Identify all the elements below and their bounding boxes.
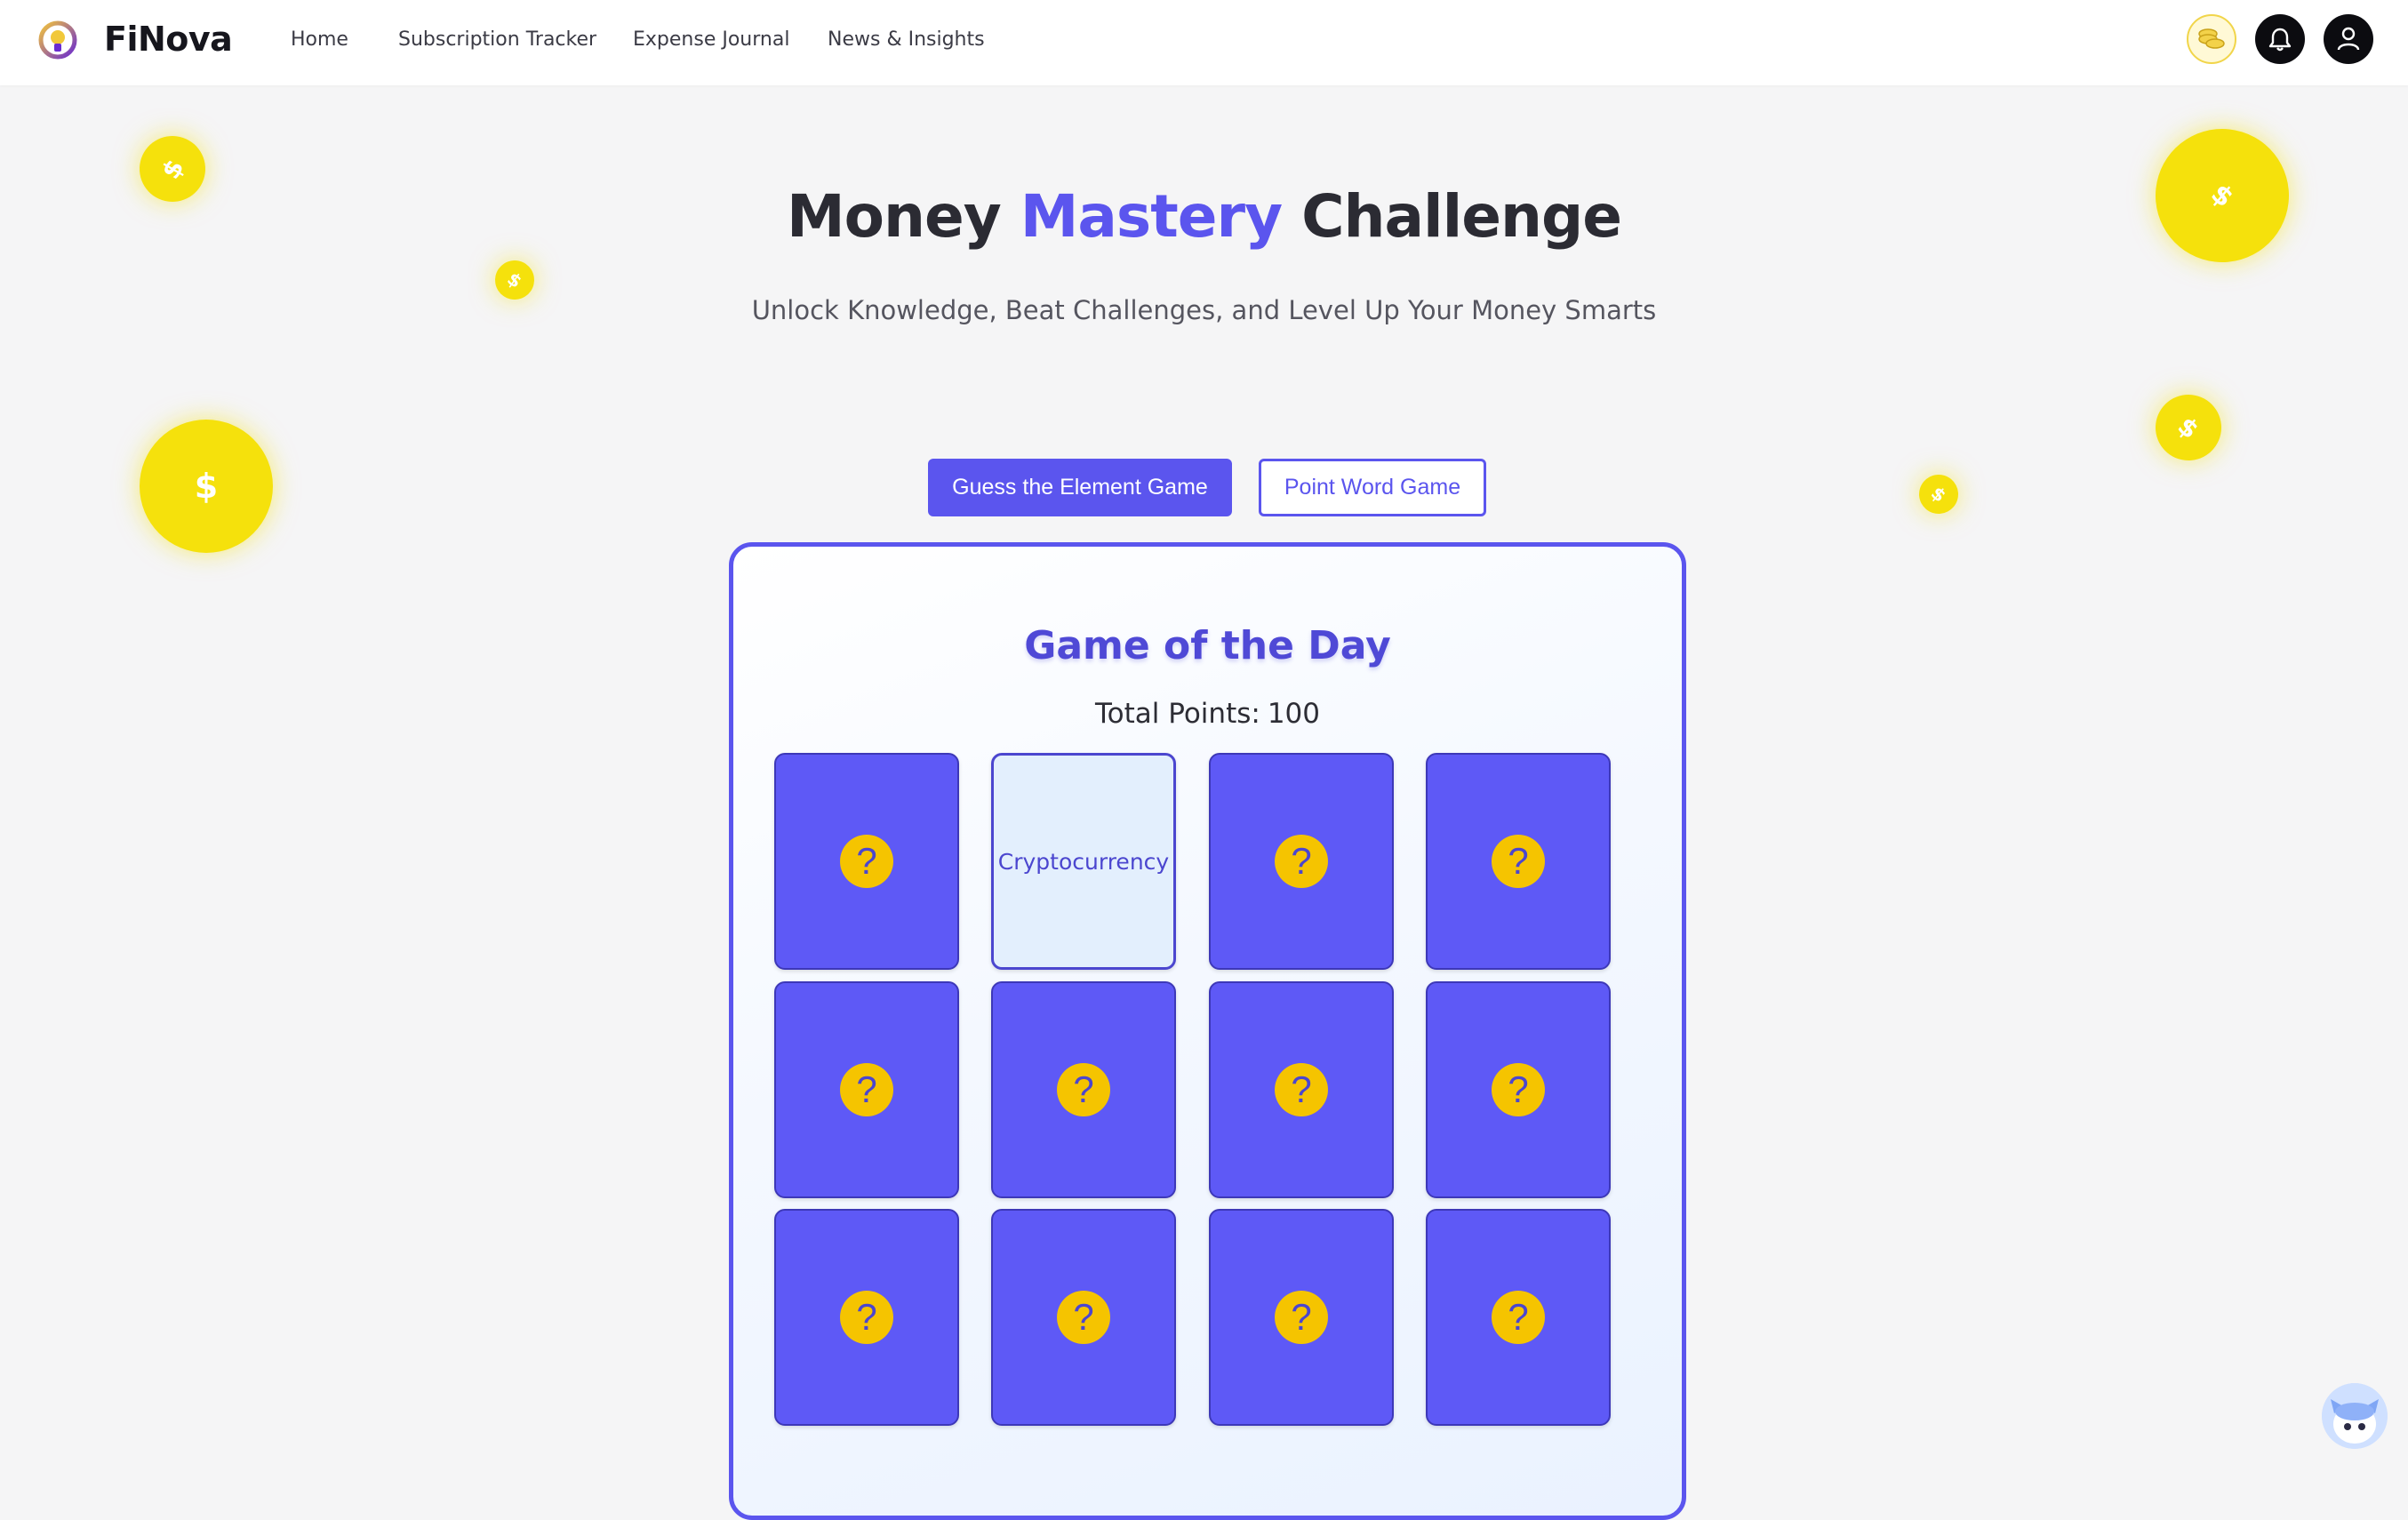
question-mark-icon: ?: [1492, 835, 1545, 888]
floating-coin-icon: $: [140, 420, 273, 553]
page-title-suffix: Challenge: [1282, 182, 1622, 251]
memory-tile-hidden[interactable]: ?: [1209, 1209, 1394, 1426]
memory-tile-hidden[interactable]: ?: [774, 981, 959, 1198]
nav-link-expense-journal[interactable]: Expense Journal: [633, 28, 789, 51]
memory-tile-hidden[interactable]: ?: [991, 981, 1176, 1198]
question-mark-icon: ?: [1275, 1063, 1328, 1116]
lightbulb-logo-icon[interactable]: [37, 20, 78, 60]
page-title: Money Mastery Challenge: [0, 182, 2408, 251]
total-points-value: 100: [1267, 698, 1320, 730]
nav-link-home[interactable]: Home: [291, 28, 348, 51]
memory-tile-hidden[interactable]: ?: [774, 1209, 959, 1426]
floating-coin-icon: $: [1911, 467, 1966, 522]
question-mark-icon: ?: [1275, 1291, 1328, 1344]
chatbot-button[interactable]: [2322, 1383, 2388, 1449]
top-navbar: FiNova Home Subscription Tracker Expense…: [0, 0, 2408, 85]
user-icon: [2337, 27, 2360, 51]
nav-link-news-insights[interactable]: News & Insights: [828, 28, 985, 51]
game-title: Game of the Day: [1024, 623, 1391, 668]
page-title-accent: Mastery: [1020, 182, 1283, 251]
question-mark-icon: ?: [1057, 1291, 1110, 1344]
question-mark-icon: ?: [840, 835, 893, 888]
question-mark-icon: ?: [840, 1291, 893, 1344]
nav-link-subscription-tracker[interactable]: Subscription Tracker: [398, 28, 596, 51]
memory-tile-hidden[interactable]: ?: [1209, 981, 1394, 1198]
total-points: Total Points: 100: [733, 698, 1682, 730]
memory-tile-hidden[interactable]: ?: [1426, 1209, 1611, 1426]
tab-point-word-game[interactable]: Point Word Game: [1259, 459, 1486, 516]
question-mark-icon: ?: [1057, 1063, 1110, 1116]
question-mark-icon: ?: [1492, 1291, 1545, 1344]
tab-guess-the-element-game[interactable]: Guess the Element Game: [928, 459, 1232, 516]
page-subtitle: Unlock Knowledge, Beat Challenges, and L…: [751, 295, 1657, 325]
memory-tile-word: Cryptocurrency: [997, 848, 1170, 875]
question-mark-icon: ?: [1492, 1063, 1545, 1116]
question-mark-icon: ?: [1275, 835, 1328, 888]
coins-icon: [2198, 28, 2225, 49]
page-title-prefix: Money: [786, 182, 1020, 251]
memory-tile-hidden[interactable]: ?: [1209, 753, 1394, 970]
question-mark-icon: ?: [840, 1063, 893, 1116]
bell-icon: [2268, 28, 2292, 52]
game-panel: Game of the Day Total Points: 100 ? Crypto…: [729, 542, 1686, 1520]
memory-tile-hidden[interactable]: ?: [774, 753, 959, 970]
memory-tile-hidden[interactable]: ?: [1426, 981, 1611, 1198]
profile-button[interactable]: [2324, 14, 2373, 64]
memory-tile-hidden[interactable]: ?: [991, 1209, 1176, 1426]
memory-tile-hidden[interactable]: ?: [1426, 753, 1611, 970]
memory-tile-revealed[interactable]: Cryptocurrency: [991, 753, 1176, 970]
robot-chatbot-icon: [2322, 1383, 2388, 1449]
coins-button[interactable]: [2187, 14, 2236, 64]
floating-coin-icon: $: [2141, 380, 2236, 475]
brand-name[interactable]: FiNova: [104, 20, 233, 59]
total-points-label: Total Points:: [1095, 698, 1260, 730]
notifications-button[interactable]: [2255, 14, 2305, 64]
